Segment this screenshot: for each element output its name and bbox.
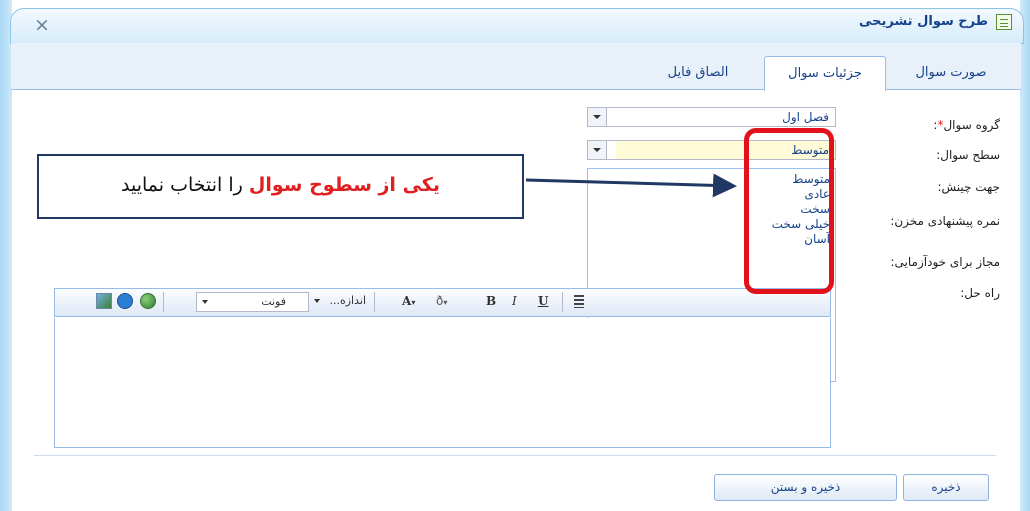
group-combo[interactable]: فصل اول [587,107,836,127]
toolbar-separator [163,292,164,312]
annotation-callout: یکی از سطوح سوال را انتخاب نمایید [37,154,524,219]
chevron-down-icon[interactable] [588,108,607,126]
size-select[interactable]: اندازه... [312,292,370,312]
group-label: گروه سوال*: [933,118,1000,132]
solution-editor[interactable] [54,318,831,448]
score-label: نمره پیشنهادی مخزن: [890,214,1000,228]
window-frame-right [1020,0,1030,511]
window-title: طرح سوال تشریحی [858,14,988,29]
toolbar-separator [374,292,375,312]
save-button[interactable]: ذخیره [903,474,989,501]
save-and-close-button[interactable]: ذخیره و بستن [714,474,897,501]
form-icon [996,14,1012,30]
highlight-color-icon[interactable]: ð▾ [436,290,447,314]
annotation-arrow [525,173,737,198]
self-test-label: مجاز برای خودآزمایی: [890,255,1001,269]
insert-image-icon[interactable] [96,293,112,309]
underline-button[interactable]: U [538,290,548,312]
dialog-window: × طرح سوال تشریحی صورت سوال جزئیات سوال … [0,0,1030,511]
italic-button[interactable]: I [512,290,517,312]
font-select[interactable]: فونت [196,292,309,312]
direction-label: جهت چینش: [937,180,1000,194]
chevron-down-icon [202,300,208,304]
chevron-down-icon[interactable] [588,141,607,159]
insert-link-icon[interactable] [140,293,156,309]
toolbar-separator [562,292,563,312]
tab-question-text[interactable]: صورت سوال [898,56,1004,89]
close-icon[interactable]: × [34,14,50,36]
footer-divider [34,455,996,456]
group-value: فصل اول [782,110,829,124]
align-icon[interactable] [574,295,584,308]
bold-button[interactable]: B [486,290,496,312]
level-label: سطح سوال: [936,148,1000,162]
solution-label: راه حل: [960,286,1000,300]
tab-attach-file[interactable]: الصاق فایل [642,56,754,89]
text-color-icon[interactable]: A▾ [402,290,415,313]
annotation-highlight-box [744,128,834,294]
tab-question-details[interactable]: جزئیات سوال [764,56,886,91]
insert-media-icon[interactable] [117,293,133,309]
chevron-down-icon [314,299,320,303]
